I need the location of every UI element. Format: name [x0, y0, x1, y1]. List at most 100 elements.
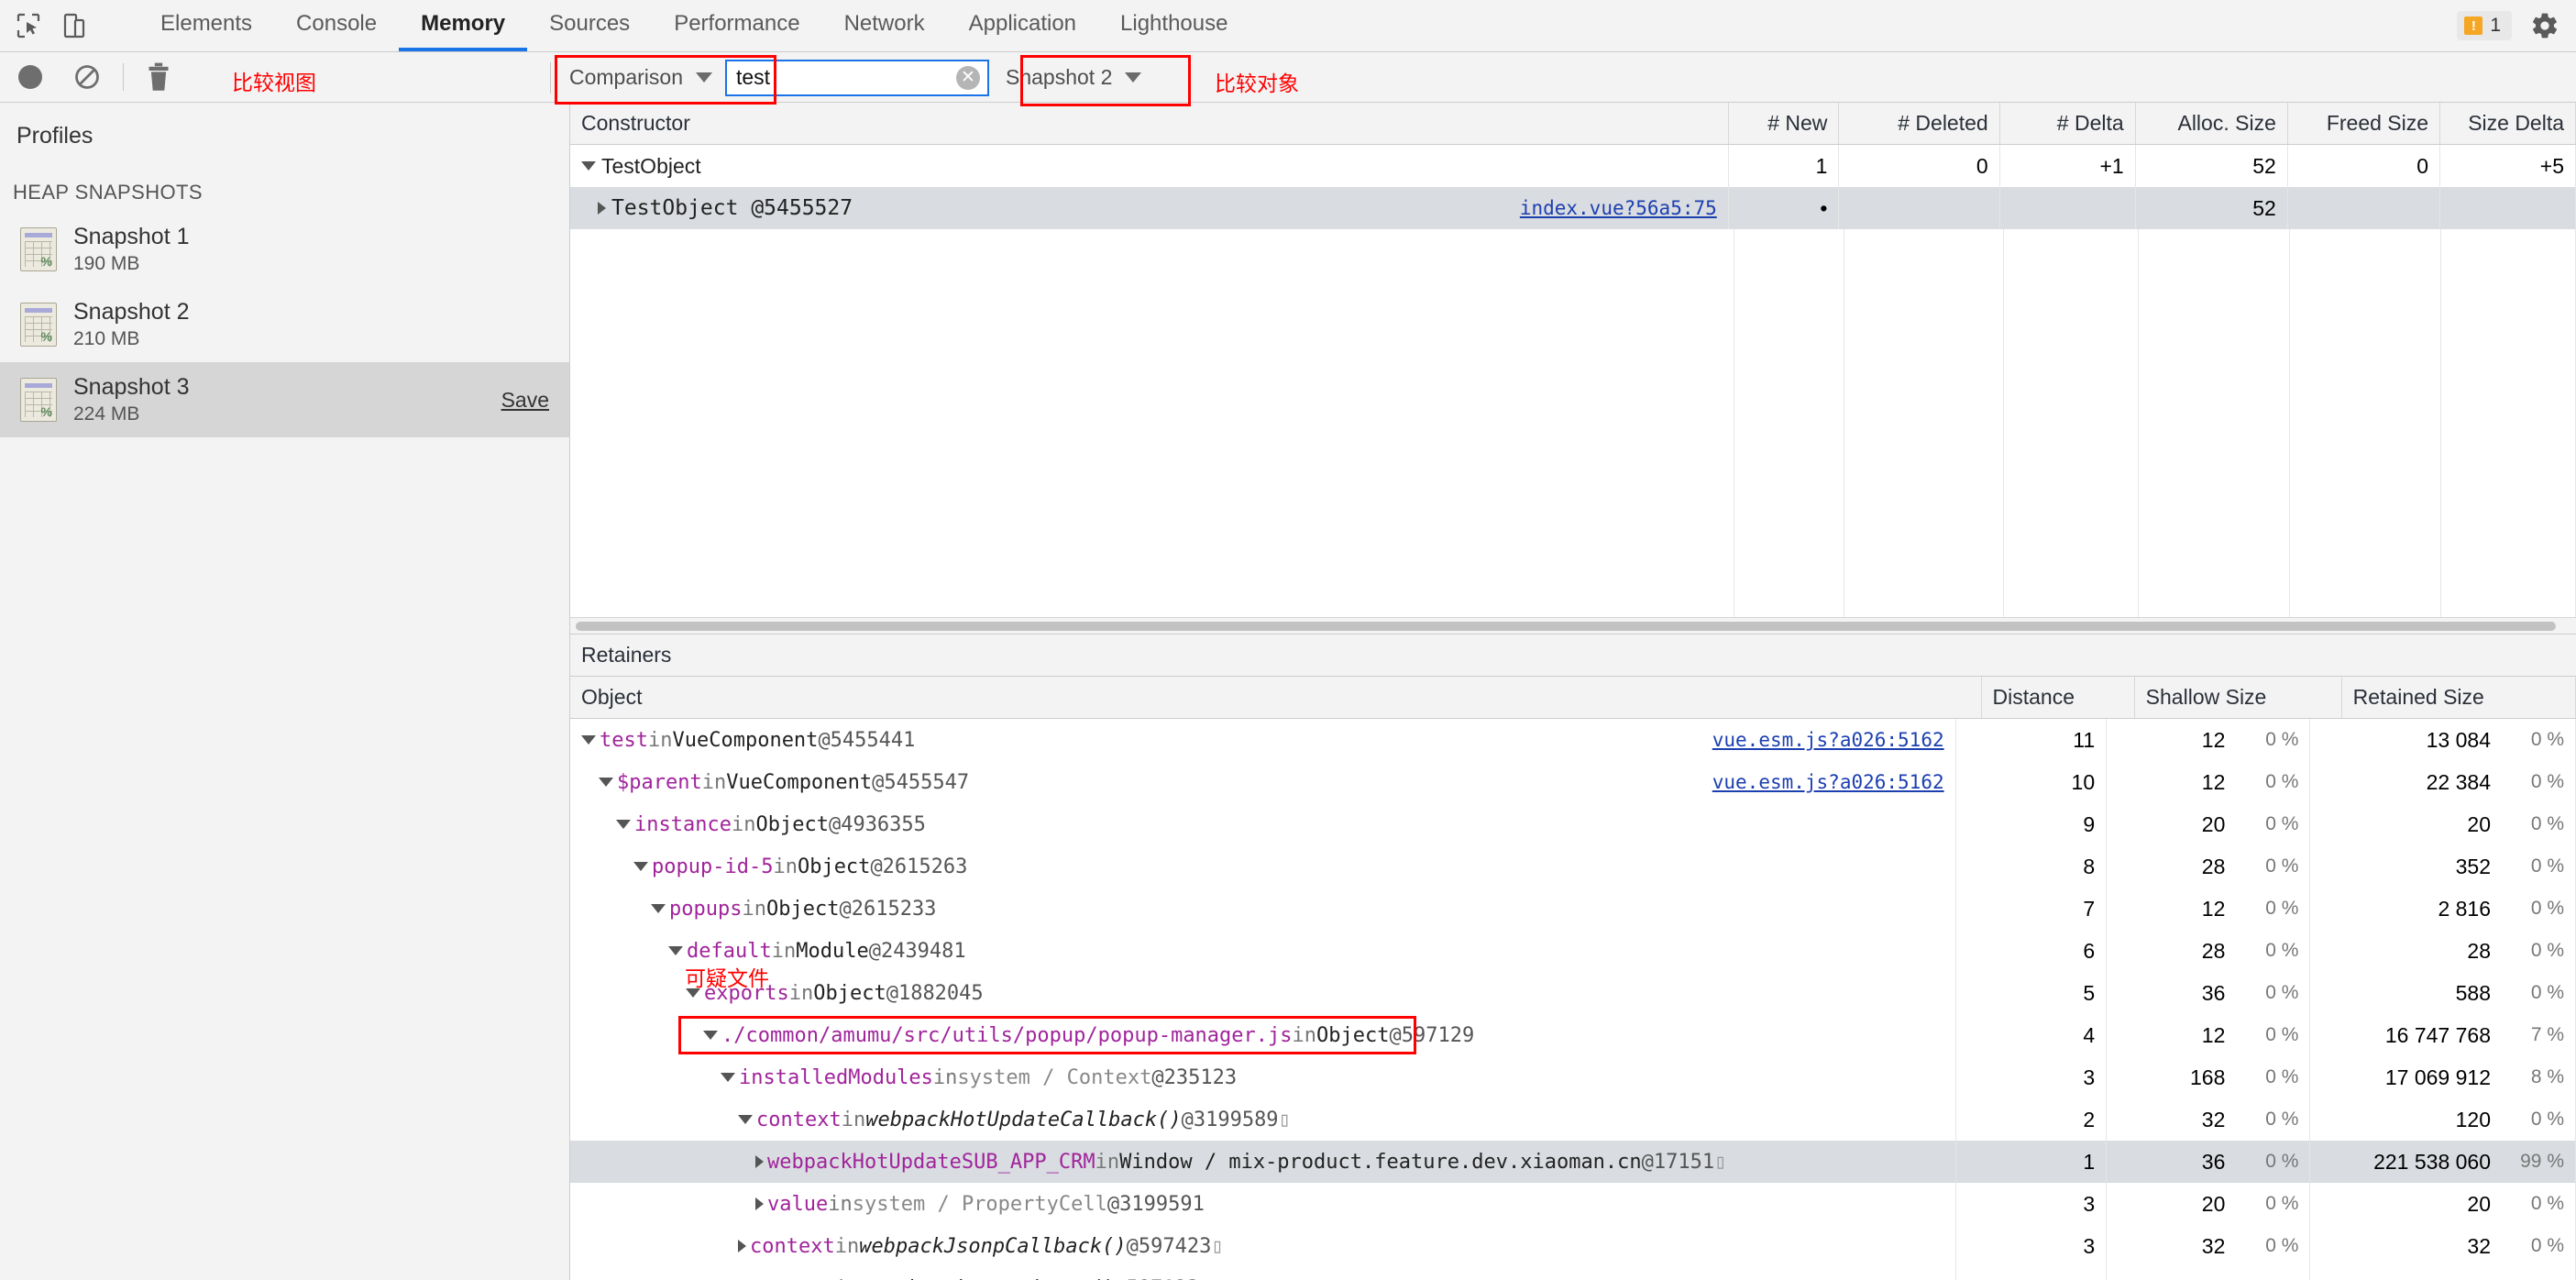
record-heap-snapshot-button[interactable]	[18, 65, 42, 89]
retainer-row[interactable]: context in webpackJsonpCallback() @59742…	[570, 1225, 2576, 1267]
retainer-type: Object	[755, 812, 829, 836]
retainers-column-header[interactable]: Object	[570, 677, 1982, 718]
constructor-name: TestObject	[601, 153, 701, 178]
constructor-empty-cell	[2004, 229, 2139, 617]
shallow-size-percent: 0 %	[2265, 813, 2299, 834]
snapshot-item[interactable]: % Snapshot 3 224 MB Save	[0, 362, 569, 437]
tab-memory[interactable]: Memory	[399, 0, 528, 51]
constructor-column-header[interactable]: # Deleted	[1839, 103, 2000, 144]
constructor-column-header[interactable]: # New	[1729, 103, 1840, 144]
retainers-column-header[interactable]: Shallow Size	[2135, 677, 2342, 718]
retainer-row[interactable]: value in system / PropertyCell @3199591 3…	[570, 1183, 2576, 1225]
retainer-shallow-size-cell: 12 0 %	[2107, 888, 2311, 930]
retainer-address: @5455547	[872, 770, 970, 794]
retainer-row[interactable]: $parent in VueComponent @5455547 vue.esm.…	[570, 761, 2576, 803]
constructor-column-header[interactable]: Constructor	[570, 103, 1729, 144]
clear-all-profiles-icon[interactable]	[73, 63, 101, 91]
retainer-row[interactable]: context in __webpack_require__() @597123…	[570, 1267, 2576, 1280]
expand-triangle-icon[interactable]	[755, 1155, 764, 1168]
tab-application[interactable]: Application	[947, 0, 1098, 51]
retainers-column-header[interactable]: Distance	[1982, 677, 2135, 718]
collapse-triangle-icon[interactable]	[738, 1115, 753, 1124]
tab-lighthouse[interactable]: Lighthouse	[1098, 0, 1249, 51]
retainer-shallow-size-cell: 12 0 %	[2107, 1014, 2311, 1056]
tab-network[interactable]: Network	[822, 0, 947, 51]
tab-sources[interactable]: Sources	[527, 0, 652, 51]
save-snapshot-link[interactable]: Save	[501, 388, 549, 413]
collapse-triangle-icon[interactable]	[703, 1031, 718, 1040]
source-link[interactable]: index.vue?56a5:75	[1520, 197, 1717, 219]
collapse-triangle-icon[interactable]	[651, 904, 666, 913]
shallow-size-percent: 0 %	[2265, 855, 2299, 877]
snapshot-item[interactable]: % Snapshot 2 210 MB	[0, 287, 569, 362]
collapse-triangle-icon[interactable]	[616, 820, 631, 829]
constructor-column-header[interactable]: Size Delta	[2440, 103, 2576, 144]
retainer-row[interactable]: popup-id-5 in Object @2615263 8 28 0 % 352 0 …	[570, 845, 2576, 888]
retainer-row[interactable]: test in VueComponent @5455441 vue.esm.js?…	[570, 719, 2576, 761]
collapse-triangle-icon[interactable]	[668, 946, 683, 955]
retainer-row[interactable]: webpackHotUpdateSUB_APP_CRM in Window / …	[570, 1141, 2576, 1183]
retainer-row[interactable]: context in webpackHotUpdateCallback() @3…	[570, 1098, 2576, 1141]
class-filter-wrapper: ✕	[725, 59, 989, 96]
inspect-element-icon[interactable]	[13, 10, 44, 41]
settings-gear-icon[interactable]	[2528, 9, 2561, 42]
retainer-row[interactable]: ./common/amumu/src/utils/popup/popup-man…	[570, 1014, 2576, 1056]
retainer-row[interactable]: default in Module @2439481 6 28 0 % 28 0 %	[570, 930, 2576, 972]
search-input[interactable]	[727, 65, 987, 90]
constructor-column-header[interactable]: Freed Size	[2288, 103, 2441, 144]
expand-triangle-icon[interactable]	[755, 1197, 764, 1210]
constructor-grid-header: Constructor # New # Deleted # Delta Alloc. S…	[570, 103, 2576, 145]
expand-triangle-icon[interactable]	[598, 202, 606, 215]
snapshot-text: Snapshot 1 190 MB	[73, 224, 190, 275]
constructor-row[interactable]: TestObject 1 0 +1 52 0 +5	[570, 145, 2576, 187]
warning-badge[interactable]: ! 1	[2457, 11, 2512, 40]
retainer-address: @2615233	[839, 897, 937, 921]
retainer-row[interactable]: installedModules in system / Context @23…	[570, 1056, 2576, 1098]
retainer-address: @17151	[1641, 1150, 1715, 1174]
shallow-size-value: 168	[2190, 1065, 2226, 1089]
delete-profile-icon[interactable]	[146, 61, 171, 93]
warning-icon: !	[2464, 17, 2483, 35]
retainers-column-header[interactable]: Retained Size	[2342, 677, 2576, 718]
expand-triangle-icon[interactable]	[738, 1240, 746, 1252]
retainer-row[interactable]: popups in Object @2615233 7 12 0 % 2 816 0 %	[570, 888, 2576, 930]
baseline-snapshot-select[interactable]: Snapshot 2	[991, 61, 1152, 94]
constructor-empty-cell	[2138, 229, 2290, 617]
retainers-grid-header: Object Distance Shallow Size Retained Size	[570, 677, 2576, 719]
retainer-property-name: instance	[634, 812, 732, 836]
retained-size-percent: 0 %	[2530, 771, 2564, 792]
collapse-triangle-icon[interactable]	[581, 161, 596, 171]
device-toolbar-icon[interactable]	[59, 10, 90, 41]
constructor-horizontal-scrollbar[interactable]	[570, 617, 2576, 634]
retainer-shallow-size-cell: 36 0 %	[2107, 972, 2311, 1014]
tab-performance[interactable]: Performance	[652, 0, 821, 51]
source-link[interactable]: vue.esm.js?a026:5162	[1712, 771, 1944, 793]
source-link[interactable]: vue.esm.js?a026:5162	[1712, 729, 1944, 751]
clear-search-icon[interactable]: ✕	[956, 65, 980, 90]
constructor-value-cell	[2440, 187, 2576, 229]
retainer-row[interactable]: exports in Object @1882045 5 36 0 % 588 0 %	[570, 972, 2576, 1014]
memory-main-area: Constructor # New # Deleted # Delta Alloc. S…	[570, 103, 2576, 1280]
collapse-triangle-icon[interactable]	[599, 778, 613, 787]
constructor-row[interactable]: TestObject @5455527 index.vue?56a5:75 • 52	[570, 187, 2576, 229]
retainer-object-cell: value in system / PropertyCell @3199591	[570, 1183, 1956, 1225]
collapse-triangle-icon[interactable]	[581, 735, 596, 745]
collapse-triangle-icon[interactable]	[721, 1073, 735, 1082]
collapse-triangle-icon[interactable]	[633, 862, 648, 871]
sidebar-title: Profiles	[17, 123, 94, 149]
constructor-column-header[interactable]: # Delta	[2000, 103, 2136, 144]
constructor-column-header[interactable]: Alloc. Size	[2136, 103, 2288, 144]
retainer-property-name: $parent	[617, 770, 702, 794]
retainer-address: @597123	[1114, 1277, 1199, 1280]
tab-console[interactable]: Console	[274, 0, 399, 51]
retainer-object-cell: default in Module @2439481	[570, 930, 1956, 972]
retainer-row[interactable]: instance in Object @4936355 9 20 0 % 20 0 %	[570, 803, 2576, 845]
tab-elements[interactable]: Elements	[138, 0, 274, 51]
retainer-shallow-size-cell: 20 0 %	[2107, 803, 2311, 845]
snapshot-item[interactable]: % Snapshot 1 190 MB	[0, 212, 569, 287]
view-type-select[interactable]: Comparison	[558, 61, 723, 94]
retainer-shallow-size-cell: 28 0 %	[2107, 930, 2311, 972]
constructor-value-cell: +1	[2000, 145, 2136, 187]
snapshot-size: 190 MB	[73, 252, 140, 274]
retainer-shallow-size-cell: 12 0 %	[2107, 719, 2311, 761]
